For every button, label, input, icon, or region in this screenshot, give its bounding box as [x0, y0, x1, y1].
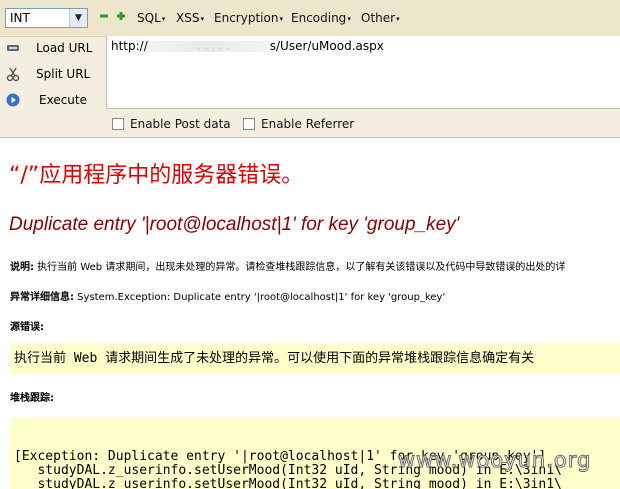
enable-post-checkbox[interactable]	[112, 118, 124, 130]
watermark: www.wooyun.org	[397, 448, 592, 473]
load-url-button[interactable]: Load URL	[0, 36, 106, 60]
enable-referrer-checkbox[interactable]	[243, 118, 255, 130]
description-label: 说明:	[10, 262, 34, 273]
enable-post-label: Enable Post data	[130, 117, 231, 131]
url-suffix: s/User/uMood.aspx	[269, 39, 384, 53]
description-line: 说明: 执行当前 Web 请求期间，出现未处理的异常。请检查堆栈跟踪信息，以了解…	[10, 258, 565, 273]
url-input[interactable]: http://· · · · · s/User/uMood.aspx	[106, 36, 620, 109]
menu-sql[interactable]: SQL▾	[137, 10, 165, 27]
exception-label: 异常详细信息:	[10, 292, 74, 303]
source-label-line: 源错误:	[10, 318, 44, 333]
page-title: “/”应用程序中的服务器错误。	[9, 163, 304, 188]
chevron-down-icon[interactable]: ▼	[69, 9, 87, 27]
description-text: 执行当前 Web 请求期间，出现未处理的异常。请检查堆栈跟踪信息，以了解有关该错…	[34, 262, 566, 273]
play-icon	[6, 93, 20, 107]
menu-encoding[interactable]: Encoding▾	[291, 10, 351, 27]
scissors-icon	[6, 67, 20, 82]
stack-label: 堆栈跟踪:	[10, 393, 54, 404]
execute-button[interactable]: Execute	[0, 88, 106, 112]
url-masked-host: · · · · ·	[147, 41, 270, 54]
menu-xss[interactable]: XSS▾	[176, 10, 204, 27]
menu-other[interactable]: Other▾	[361, 10, 400, 27]
source-label: 源错误:	[10, 322, 44, 333]
menu-encryption[interactable]: Encryption▾	[214, 10, 283, 27]
hackbar-panel: INT ▼ SQL▾ XSS▾ Encryption▾ Encoding▾ Ot…	[0, 0, 620, 138]
error-heading: Duplicate entry '|root@localhost|1' for …	[9, 214, 460, 235]
enable-referrer-label: Enable Referrer	[261, 117, 355, 131]
exception-line: 异常详细信息: System.Exception: Duplicate entr…	[10, 288, 445, 303]
exception-text: System.Exception: Duplicate entry '|root…	[74, 292, 446, 303]
error-page: “/”应用程序中的服务器错误。 Duplicate entry '|root@l…	[0, 138, 620, 489]
stack-label-line: 堆栈跟踪:	[10, 389, 54, 404]
load-url-icon	[7, 45, 19, 51]
url-prefix: http://	[111, 39, 148, 53]
increase-icon[interactable]	[116, 11, 126, 21]
split-url-button[interactable]: Split URL	[0, 62, 106, 86]
action-sidebar: Load URL Split URL Execute	[0, 36, 106, 138]
source-error-box: 执行当前 Web 请求期间生成了未处理的异常。可以使用下面的异常堆栈跟踪信息确定…	[10, 343, 620, 374]
hackbar-toolbar: INT ▼ SQL▾ XSS▾ Encryption▾ Encoding▾ Ot…	[0, 0, 620, 37]
type-select-value: INT	[10, 11, 30, 25]
type-select[interactable]: INT ▼	[5, 8, 88, 28]
decrease-icon[interactable]	[99, 11, 109, 21]
